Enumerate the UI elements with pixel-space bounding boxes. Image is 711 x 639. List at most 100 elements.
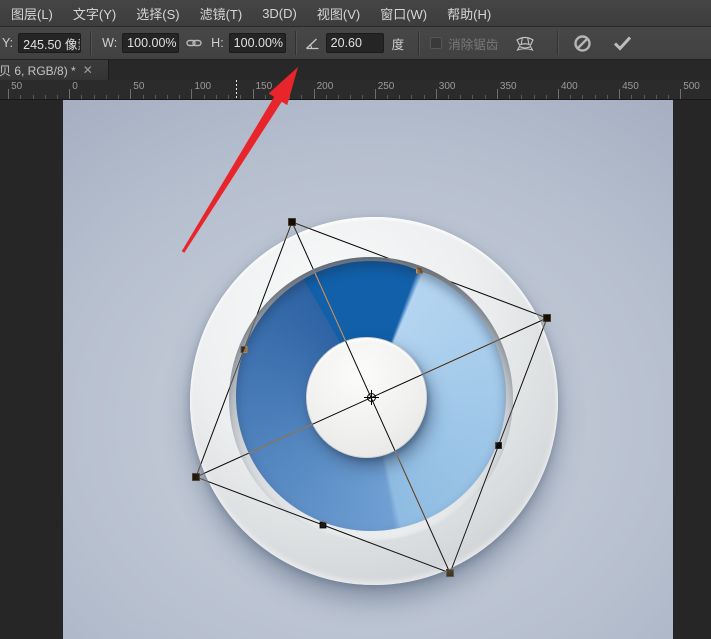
ruler-tick <box>436 89 437 99</box>
rotation-angle-field[interactable]: 20.60 <box>326 33 384 53</box>
free-transform-box[interactable] <box>63 100 673 639</box>
transform-midedge-handle[interactable] <box>320 522 326 528</box>
transform-corner-handle[interactable] <box>544 315 551 322</box>
ruler-tick <box>277 95 278 99</box>
y-field-label: Y: <box>2 36 13 50</box>
document-tab-title: 拷贝 6, RGB/8) * <box>0 62 76 79</box>
ruler-tick <box>534 95 535 99</box>
horizontal-ruler[interactable]: 50050100150200250300350400450500 <box>0 80 711 100</box>
menu-item-6[interactable]: 视图(V) <box>307 0 370 27</box>
ruler-tick <box>118 95 119 99</box>
ruler-tick <box>57 95 58 99</box>
ruler-tick <box>8 89 9 99</box>
ruler-tick <box>301 95 302 99</box>
ruler-tick <box>228 95 229 99</box>
menu-item-5[interactable]: 3D(D) <box>252 0 307 27</box>
ruler-tick <box>155 95 156 99</box>
ruler-tick <box>167 95 168 99</box>
ruler-tick <box>106 95 107 99</box>
ruler-tick <box>326 95 327 99</box>
ruler-tick <box>582 95 583 99</box>
ruler-tick <box>362 95 363 99</box>
transform-corner-handle[interactable] <box>193 474 200 481</box>
transform-corner-handle[interactable] <box>289 219 296 226</box>
ruler-tick <box>619 89 620 99</box>
ruler-label: 150 <box>256 81 273 92</box>
ruler-tick <box>204 95 205 99</box>
document-tab-bar: 拷贝 6, RGB/8) * ✕ <box>0 60 711 80</box>
transform-midedge-handle[interactable] <box>417 267 423 273</box>
ruler-label: 450 <box>622 81 639 92</box>
menu-item-4[interactable]: 滤镜(T) <box>190 0 253 27</box>
ruler-label: 400 <box>561 81 578 92</box>
menu-bar: 图层(L)文字(Y)选择(S)滤镜(T)3D(D)视图(V)窗口(W)帮助(H) <box>0 0 711 27</box>
ruler-tick <box>460 95 461 99</box>
ruler-tick <box>497 89 498 99</box>
antialias-label: 消除锯齿 <box>448 34 498 53</box>
width-field-label: W: <box>102 36 117 50</box>
transform-midedge-handle[interactable] <box>241 347 247 353</box>
transform-reference-point[interactable] <box>364 390 379 405</box>
height-scale-field[interactable]: 100.00% <box>229 33 286 53</box>
transform-options-bar: Y: 245.50 像素 W: 100.00% H: 100.00% 20.60… <box>0 27 711 60</box>
ruler-tick <box>350 95 351 99</box>
ruler-label: 50 <box>133 81 144 92</box>
angle-unit-label: 度 <box>392 34 405 53</box>
menu-item-1[interactable]: 图层(L) <box>1 0 63 27</box>
ruler-label: 0 <box>72 81 78 92</box>
ruler-tick <box>570 95 571 99</box>
transform-corner-handle[interactable] <box>447 570 454 577</box>
ruler-tick <box>130 89 131 99</box>
warp-mode-toggle-icon[interactable] <box>514 35 536 52</box>
separator <box>90 31 91 55</box>
ruler-label: 100 <box>194 81 211 92</box>
document-canvas[interactable] <box>63 100 673 639</box>
ruler-tick <box>558 89 559 99</box>
ruler-cursor-indicator <box>236 80 237 99</box>
rotation-angle-icon <box>305 37 320 50</box>
document-tab[interactable]: 拷贝 6, RGB/8) * ✕ <box>0 60 109 80</box>
ruler-tick <box>424 95 425 99</box>
menu-item-2[interactable]: 文字(Y) <box>63 0 126 27</box>
ruler-tick <box>668 95 669 99</box>
menu-item-8[interactable]: 帮助(H) <box>437 0 501 27</box>
ruler-tick <box>631 95 632 99</box>
ruler-tick <box>521 95 522 99</box>
ruler-tick <box>546 95 547 99</box>
tab-close-icon[interactable]: ✕ <box>83 64 93 76</box>
ruler-label: 350 <box>500 81 517 92</box>
ruler-tick <box>191 89 192 99</box>
ruler-tick <box>45 95 46 99</box>
commit-transform-icon[interactable] <box>612 35 633 51</box>
ruler-tick <box>472 95 473 99</box>
ruler-label: 50 <box>11 81 22 92</box>
ruler-tick <box>69 89 70 99</box>
ruler-tick <box>81 95 82 99</box>
ruler-tick <box>399 95 400 99</box>
width-scale-field[interactable]: 100.00% <box>122 33 179 53</box>
ruler-tick <box>314 89 315 99</box>
ruler-tick <box>20 95 21 99</box>
menu-item-3[interactable]: 选择(S) <box>126 0 189 27</box>
y-position-field[interactable]: 245.50 像素 <box>18 33 81 53</box>
ruler-tick <box>289 95 290 99</box>
separator <box>418 31 419 55</box>
menu-item-7[interactable]: 窗口(W) <box>370 0 437 27</box>
ruler-tick <box>94 95 95 99</box>
ruler-tick <box>387 95 388 99</box>
ruler-tick <box>240 95 241 99</box>
ruler-tick <box>253 89 254 99</box>
ruler-tick <box>33 95 34 99</box>
ruler-tick <box>375 89 376 99</box>
ruler-label: 200 <box>317 81 334 92</box>
ruler-label: 500 <box>683 81 700 92</box>
transform-midedge-handle[interactable] <box>496 443 502 449</box>
ruler-label: 300 <box>439 81 456 92</box>
ruler-tick <box>644 95 645 99</box>
ruler-tick <box>338 95 339 99</box>
ruler-tick <box>143 95 144 99</box>
cancel-transform-icon[interactable] <box>573 34 592 53</box>
antialias-checkbox <box>430 37 442 49</box>
link-dimensions-icon[interactable] <box>186 37 202 49</box>
separator <box>557 31 558 55</box>
